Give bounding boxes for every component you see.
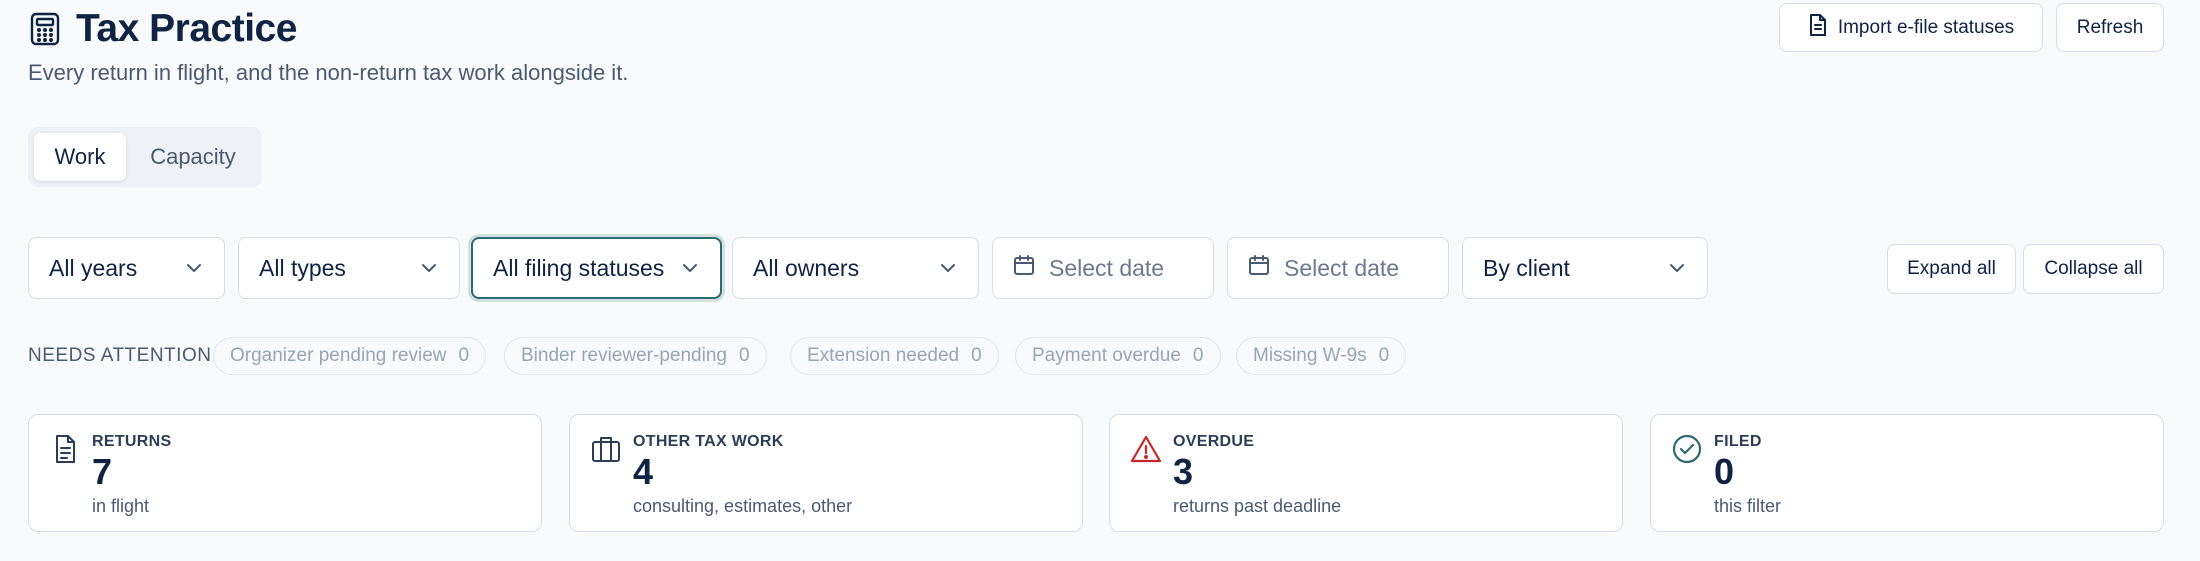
import-efile-statuses-label: Import e-file statuses	[1837, 16, 2015, 38]
tab-capacity[interactable]: Capacity	[130, 133, 256, 181]
stat-sub: consulting, estimates, other	[633, 496, 853, 516]
chip-label: Binder reviewer-pending	[521, 345, 727, 366]
calculator-icon	[28, 12, 62, 46]
stat-value: 4	[633, 451, 654, 492]
stat-card-returns[interactable]: RETURNS 7 in flight	[28, 414, 542, 532]
stat-value: 3	[1173, 451, 1194, 492]
grouping-select[interactable]: By client	[1462, 237, 1708, 299]
filing-status-filter-value: All filing statuses	[493, 254, 665, 281]
owner-filter-select[interactable]: All owners	[732, 237, 979, 299]
stat-label: RETURNS	[92, 433, 172, 450]
year-filter-value: All years	[49, 254, 138, 281]
stat-value: 7	[92, 451, 113, 492]
stat-label: FILED	[1714, 433, 1762, 450]
chevron-down-icon	[1669, 259, 1687, 277]
collapse-all-button[interactable]: Collapse all	[2023, 244, 2164, 294]
chip-label: Extension needed	[807, 345, 960, 366]
chip-count: 0	[971, 345, 982, 366]
filing-status-filter-select[interactable]: All filing statuses	[471, 237, 722, 299]
view-tabs: Work Capacity	[28, 127, 262, 187]
document-icon	[1808, 13, 1828, 43]
briefcase-icon	[590, 433, 622, 465]
chevron-down-icon	[421, 259, 439, 277]
date-to-picker[interactable]: Select date	[1227, 237, 1449, 299]
import-efile-statuses-button[interactable]: Import e-file statuses	[1779, 3, 2043, 52]
chip-count: 0	[1192, 345, 1204, 366]
calendar-icon	[1013, 254, 1035, 282]
chip-count: 0	[1378, 345, 1390, 366]
attention-chip-extension-needed[interactable]: Extension needed 0	[790, 337, 999, 375]
chevron-down-icon	[940, 259, 958, 277]
calendar-icon	[1248, 254, 1270, 282]
page-header: Tax Practice	[28, 6, 297, 52]
chip-count: 0	[458, 345, 470, 366]
date-from-placeholder: Select date	[1049, 254, 1165, 281]
warning-icon	[1130, 433, 1162, 465]
attention-chip-binder-reviewer-pending[interactable]: Binder reviewer-pending 0	[504, 337, 767, 375]
stat-card-other-tax-work[interactable]: OTHER TAX WORK 4 consulting, estimates, …	[569, 414, 1083, 532]
needs-attention-label: NEEDS ATTENTION	[28, 345, 212, 366]
attention-chip-payment-overdue[interactable]: Payment overdue 0	[1015, 337, 1221, 375]
stat-label: OTHER TAX WORK	[633, 433, 784, 450]
chip-count: 0	[738, 345, 750, 366]
stat-value: 0	[1714, 451, 1735, 492]
chip-label: Missing W-9s	[1253, 345, 1367, 366]
page-title: Tax Practice	[76, 7, 297, 50]
chevron-down-icon	[682, 259, 700, 277]
type-filter-value: All types	[259, 254, 346, 281]
attention-chip-organizer-pending-review[interactable]: Organizer pending review 0	[213, 337, 487, 375]
check-circle-icon	[1671, 433, 1703, 465]
date-to-placeholder: Select date	[1284, 254, 1400, 281]
grouping-value: By client	[1483, 254, 1570, 281]
page-subtitle: Every return in flight, and the non-retu…	[28, 60, 629, 85]
chip-label: Organizer pending review	[230, 345, 447, 366]
stat-card-filed[interactable]: FILED 0 this filter	[1650, 414, 2164, 532]
chip-label: Payment overdue	[1032, 345, 1181, 366]
owner-filter-value: All owners	[753, 254, 860, 281]
tab-work[interactable]: Work	[34, 133, 126, 181]
refresh-button[interactable]: Refresh	[2056, 3, 2164, 52]
stat-sub: this filter	[1714, 496, 1782, 516]
year-filter-select[interactable]: All years	[28, 237, 225, 299]
stat-sub: returns past deadline	[1173, 496, 1342, 516]
stat-sub: in flight	[92, 496, 150, 516]
expand-all-button[interactable]: Expand all	[1887, 244, 2016, 294]
chevron-down-icon	[186, 259, 204, 277]
type-filter-select[interactable]: All types	[238, 237, 460, 299]
attention-chip-missing-w9s[interactable]: Missing W-9s 0	[1236, 337, 1407, 375]
date-from-picker[interactable]: Select date	[992, 237, 1214, 299]
stat-card-overdue[interactable]: OVERDUE 3 returns past deadline	[1109, 414, 1623, 532]
stat-label: OVERDUE	[1173, 433, 1255, 450]
document-icon	[49, 433, 81, 465]
